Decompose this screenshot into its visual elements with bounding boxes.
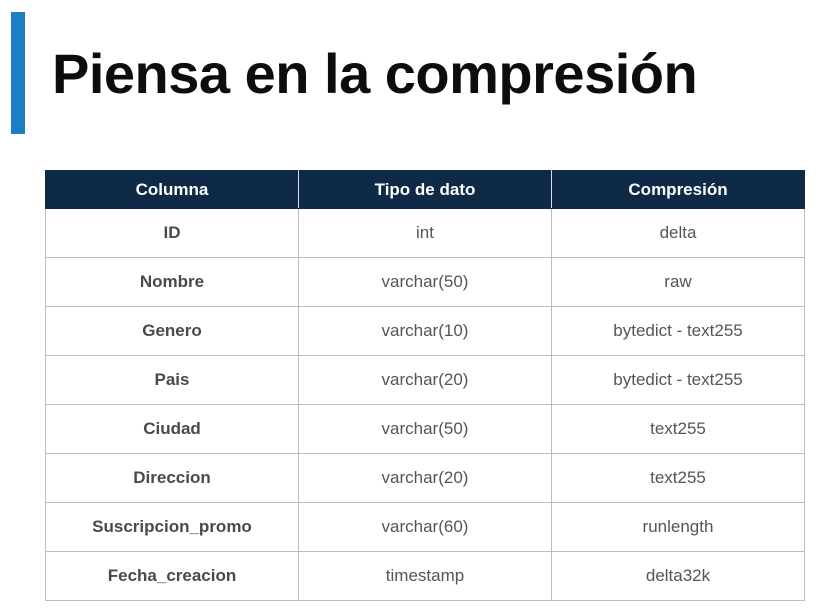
table-row: Genero varchar(10) bytedict - text255: [45, 306, 805, 356]
header-tipo-de-dato: Tipo de dato: [298, 170, 552, 209]
cell-compression: text255: [551, 453, 805, 503]
cell-data-type: varchar(20): [298, 453, 552, 503]
cell-data-type: varchar(20): [298, 355, 552, 405]
cell-compression: delta: [551, 208, 805, 258]
table-row: Suscripcion_promo varchar(60) runlength: [45, 502, 805, 552]
table-row: Pais varchar(20) bytedict - text255: [45, 355, 805, 405]
cell-compression: raw: [551, 257, 805, 307]
table-row: Nombre varchar(50) raw: [45, 257, 805, 307]
cell-compression: bytedict - text255: [551, 355, 805, 405]
cell-data-type: timestamp: [298, 551, 552, 601]
cell-column-name: Genero: [45, 306, 299, 356]
title-accent-bar: [11, 12, 25, 134]
cell-data-type: varchar(50): [298, 404, 552, 454]
cell-data-type: varchar(10): [298, 306, 552, 356]
table-body: ID int delta Nombre varchar(50) raw Gene…: [45, 208, 805, 601]
table-row: Fecha_creacion timestamp delta32k: [45, 551, 805, 601]
slide-title: Piensa en la compresión: [52, 42, 698, 105]
cell-column-name: Pais: [45, 355, 299, 405]
compression-table-container: Columna Tipo de dato Compresión ID int d…: [45, 170, 805, 601]
cell-data-type: varchar(50): [298, 257, 552, 307]
cell-column-name: Ciudad: [45, 404, 299, 454]
cell-data-type: varchar(60): [298, 502, 552, 552]
cell-compression: delta32k: [551, 551, 805, 601]
cell-compression: runlength: [551, 502, 805, 552]
cell-data-type: int: [298, 208, 552, 258]
table-row: Direccion varchar(20) text255: [45, 453, 805, 503]
cell-column-name: Fecha_creacion: [45, 551, 299, 601]
cell-column-name: Direccion: [45, 453, 299, 503]
table-row: ID int delta: [45, 208, 805, 258]
header-row: Columna Tipo de dato Compresión: [45, 170, 805, 209]
table-row: Ciudad varchar(50) text255: [45, 404, 805, 454]
cell-compression: text255: [551, 404, 805, 454]
table-header: Columna Tipo de dato Compresión: [45, 170, 805, 209]
cell-column-name: Nombre: [45, 257, 299, 307]
header-columna: Columna: [45, 170, 299, 209]
header-compresion: Compresión: [551, 170, 805, 209]
cell-compression: bytedict - text255: [551, 306, 805, 356]
cell-column-name: Suscripcion_promo: [45, 502, 299, 552]
compression-table: Columna Tipo de dato Compresión ID int d…: [45, 170, 805, 601]
cell-column-name: ID: [45, 208, 299, 258]
